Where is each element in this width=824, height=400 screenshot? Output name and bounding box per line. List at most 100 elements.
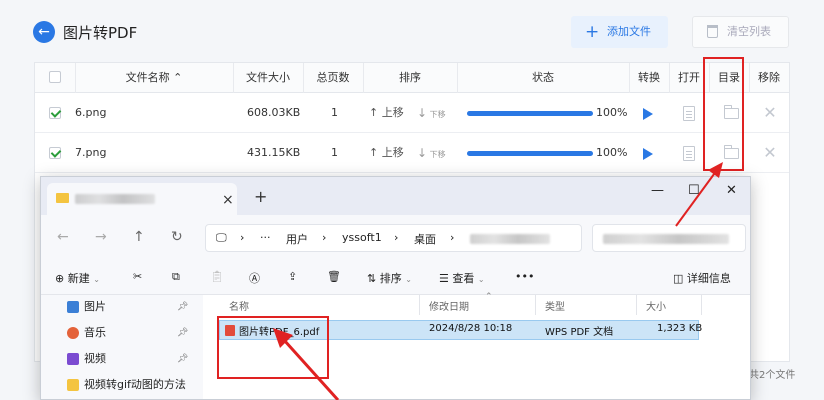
trash-icon: [707, 25, 718, 38]
remove-icon[interactable]: ✕: [763, 103, 777, 123]
pin-icon[interactable]: 📌︎: [177, 354, 188, 364]
pin-icon[interactable]: 📌︎: [177, 328, 188, 338]
play-icon[interactable]: [643, 108, 653, 120]
sort-button[interactable]: ⇅ 排序 ⌄: [367, 270, 412, 286]
move-up-button[interactable]: ↑ 上移: [369, 133, 404, 173]
navigation-pane: 图片 📌︎ 音乐 📌︎ 视频 📌︎ 视频转gif动图的方法: [41, 295, 203, 399]
chevron-right-icon: ›: [394, 231, 399, 244]
explorer-titlebar: × + — ☐ ✕: [41, 177, 750, 215]
breadcrumb-account[interactable]: yssoft1: [342, 231, 382, 244]
arrow-down-icon: ↓: [417, 146, 428, 160]
redacted-search: [603, 234, 729, 244]
share-icon[interactable]: ⇪: [288, 270, 297, 283]
col-type[interactable]: 类型: [545, 298, 565, 313]
select-all-checkbox[interactable]: [49, 71, 61, 83]
file-type: WPS PDF 文档: [545, 327, 614, 338]
delete-icon[interactable]: 🗑︎: [327, 270, 341, 283]
file-date: 2024/8/28 10:18: [429, 323, 513, 334]
page-count: 1: [331, 146, 338, 159]
minimize-icon[interactable]: —: [651, 183, 664, 198]
pin-icon[interactable]: 📌︎: [177, 302, 188, 312]
details-button[interactable]: ◫ 详细信息: [673, 270, 731, 286]
col-size[interactable]: 大小: [646, 298, 666, 313]
address-bar-area: ← → ↑ ↻ 🖵 › ··· 用户 › yssoft1 › 桌面 ›: [41, 215, 750, 261]
move-down-button[interactable]: ↓ 下移: [417, 93, 446, 133]
sort-icon: ⇅: [367, 272, 377, 285]
close-window-icon[interactable]: ✕: [726, 183, 737, 198]
move-up-button[interactable]: ↑ 上移: [369, 93, 404, 133]
rename-icon[interactable]: Ⓐ: [249, 270, 260, 286]
col-date[interactable]: 修改日期: [429, 298, 469, 313]
view-button[interactable]: ☰ 查看 ⌄: [439, 270, 485, 286]
clear-list-button[interactable]: 清空列表: [692, 16, 789, 48]
col-header-pages: 总页数: [316, 71, 350, 84]
chevron-right-icon: ›: [450, 231, 455, 244]
folder-icon: [67, 379, 79, 391]
refresh-icon[interactable]: ↻: [171, 229, 183, 245]
view-icon: ☰: [439, 272, 449, 285]
arrow-down-icon: ↓: [417, 106, 428, 120]
explorer-tab[interactable]: ×: [47, 183, 237, 215]
paste-icon[interactable]: 📋︎: [210, 270, 224, 283]
add-file-label: 添加文件: [607, 25, 651, 38]
move-down-button[interactable]: ↓ 下移: [417, 133, 446, 173]
arrow-up-icon: ↑: [369, 146, 379, 159]
forward-icon[interactable]: →: [95, 229, 107, 245]
sort-indicator: ⌃: [173, 71, 183, 84]
remove-icon[interactable]: ✕: [763, 143, 777, 163]
table-header: 文件名称 ⌃ 文件大小 总页数 排序 状态 转换 打开 目录 移除: [35, 63, 789, 93]
breadcrumb-desktop[interactable]: 桌面: [414, 231, 436, 247]
page-count: 1: [331, 106, 338, 119]
computer-icon: 🖵: [216, 231, 227, 244]
new-tab-icon[interactable]: +: [254, 187, 267, 206]
row-checkbox[interactable]: [49, 107, 61, 119]
play-icon[interactable]: [643, 148, 653, 160]
file-count: 共2个文件: [749, 370, 796, 381]
redacted-folder: [470, 234, 550, 244]
new-button[interactable]: ⊕ 新建 ⌄: [55, 270, 100, 286]
music-icon: [67, 327, 79, 339]
table-row: 7.png 431.15KB 1 ↑ 上移 ↓ 下移 100% ✕: [35, 133, 789, 173]
file-size: 1,323 KB: [657, 323, 703, 334]
add-file-button[interactable]: + 添加文件: [571, 16, 668, 48]
clear-list-label: 清空列表: [727, 25, 771, 38]
table-row: 6.png 608.03KB 1 ↑ 上移 ↓ 下移 100% ✕: [35, 93, 789, 133]
document-icon[interactable]: [683, 106, 695, 121]
progress-text: 100%: [596, 146, 628, 159]
col-header-name[interactable]: 文件名称 ⌃: [75, 63, 233, 93]
explorer-toolbar: ⊕ 新建 ⌄ ✂ ⧉ 📋︎ Ⓐ ⇪ 🗑︎ ⇅ 排序 ⌄ ☰ 查看 ⌄ ••• ◫…: [41, 261, 750, 295]
pictures-icon: [67, 301, 79, 313]
col-name[interactable]: 名称: [229, 298, 249, 313]
breadcrumb-user[interactable]: 用户: [286, 231, 308, 247]
address-bar[interactable]: 🖵 › ··· 用户 › yssoft1 › 桌面 ›: [205, 224, 582, 252]
search-input[interactable]: [592, 224, 746, 252]
col-header-remove: 移除: [758, 71, 780, 84]
back-icon[interactable]: ←: [57, 229, 69, 245]
back-arrow-icon[interactable]: ←: [33, 21, 55, 43]
cut-icon[interactable]: ✂: [133, 270, 142, 283]
progress-bar: [467, 151, 593, 156]
highlight-box: [703, 57, 744, 171]
document-icon[interactable]: [683, 146, 695, 161]
arrow-up-icon: ↑: [369, 106, 379, 119]
more-button[interactable]: •••: [515, 270, 534, 283]
folder-icon: [56, 193, 69, 203]
col-header-order: 排序: [399, 71, 421, 84]
ellipsis-icon[interactable]: ···: [260, 231, 271, 244]
col-header-size: 文件大小: [246, 71, 290, 84]
maximize-icon[interactable]: ☐: [688, 183, 700, 198]
col-header-status: 状态: [532, 71, 554, 84]
video-icon: [67, 353, 79, 365]
file-name: 7.png: [75, 146, 107, 159]
progress-text: 100%: [596, 106, 628, 119]
chevron-right-icon: ›: [322, 231, 327, 244]
col-header-convert: 转换: [638, 71, 660, 84]
highlight-box: [217, 316, 329, 379]
up-icon[interactable]: ↑: [133, 229, 145, 245]
row-checkbox[interactable]: [49, 147, 61, 159]
page-title: 图片转PDF: [63, 24, 138, 42]
close-tab-icon[interactable]: ×: [222, 192, 234, 208]
copy-icon[interactable]: ⧉: [172, 270, 180, 284]
file-explorer-window: × + — ☐ ✕ ← → ↑ ↻ 🖵 › ··· 用户 › yssoft1 ›…: [40, 176, 751, 400]
app-header: ← 图片转PDF + 添加文件 清空列表: [0, 0, 824, 62]
